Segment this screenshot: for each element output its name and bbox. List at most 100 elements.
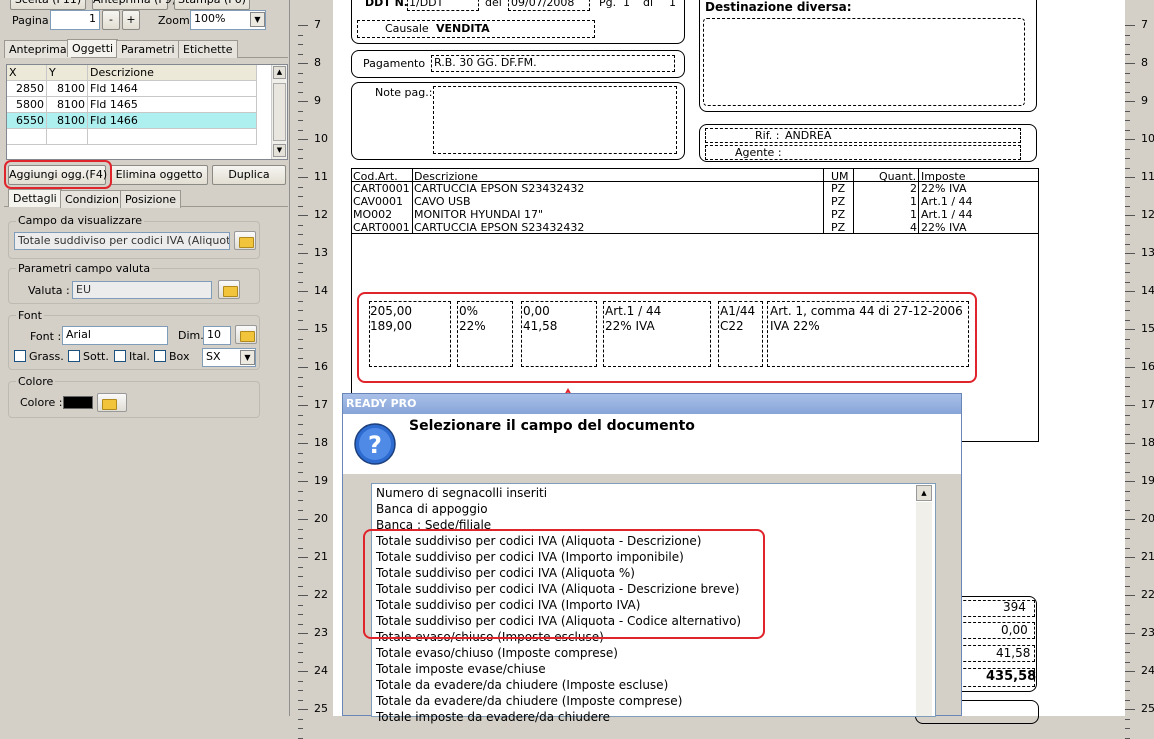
ruler-tick bbox=[1125, 253, 1135, 254]
col-header-descrizione[interactable]: Descrizione bbox=[88, 65, 257, 81]
ruler-minor-tick bbox=[298, 357, 303, 359]
tab-posizione[interactable]: Posizione bbox=[120, 190, 182, 208]
grass-checkbox[interactable] bbox=[14, 350, 26, 362]
ruler-number: 9 bbox=[1141, 94, 1148, 107]
color-swatch[interactable] bbox=[63, 396, 93, 409]
ruler-minor-tick bbox=[298, 642, 303, 644]
delete-object-button[interactable]: Elimina oggetto bbox=[110, 165, 208, 185]
duplicate-button[interactable]: Duplica bbox=[212, 165, 286, 185]
box-checkbox[interactable] bbox=[154, 350, 166, 362]
list-scrollbar[interactable] bbox=[916, 502, 932, 716]
del-label: del bbox=[485, 0, 502, 9]
col-header-y[interactable]: Y bbox=[47, 65, 88, 81]
table-row[interactable]: 5800 bbox=[7, 97, 47, 113]
table-cell[interactable]: 8100 bbox=[47, 97, 88, 113]
page-plus-button[interactable]: + bbox=[122, 10, 140, 30]
ruler-minor-tick bbox=[298, 538, 303, 539]
tab-parametri[interactable]: Parametri bbox=[116, 40, 180, 58]
ruler-number: 13 bbox=[1141, 246, 1154, 259]
scroll-thumb[interactable] bbox=[273, 83, 286, 141]
ruler-minor-tick bbox=[1125, 699, 1130, 701]
ital-checkbox[interactable] bbox=[114, 350, 126, 362]
sott-checkbox[interactable] bbox=[68, 350, 80, 362]
ruler-minor-tick bbox=[1125, 110, 1130, 112]
font-label: Font : bbox=[30, 330, 62, 343]
page-minus-button[interactable]: - bbox=[102, 10, 120, 30]
anteprima-button[interactable]: Anteprima (F9) bbox=[92, 0, 176, 10]
colore-label: Colore : bbox=[20, 396, 63, 409]
ruler-minor-tick bbox=[1125, 82, 1130, 83]
valuta-field[interactable]: EU bbox=[72, 281, 212, 299]
font-input[interactable]: Arial bbox=[62, 326, 168, 345]
table-cell[interactable]: Fld 1466 bbox=[88, 113, 257, 129]
list-item[interactable]: Totale imposte evase/chiuse bbox=[376, 662, 546, 676]
agente-label: Agente : bbox=[735, 146, 782, 159]
left-panel: Scelta (F11) Anteprima (F9) Stampa (F6) … bbox=[0, 0, 290, 716]
ruler-minor-tick bbox=[298, 272, 303, 273]
objects-grid[interactable]: X Y Descrizione 2850 8100 Fld 1464 5800 … bbox=[6, 64, 288, 160]
ruler-tick bbox=[298, 557, 308, 558]
scroll-up-icon[interactable]: ▲ bbox=[916, 485, 932, 501]
ruler-minor-tick bbox=[298, 82, 303, 83]
ruler-minor-tick bbox=[298, 234, 303, 235]
pagina-input[interactable]: 1 bbox=[50, 10, 100, 30]
ruler-minor-tick bbox=[298, 623, 303, 625]
folder-icon[interactable] bbox=[97, 393, 127, 412]
table-cell: MO002 bbox=[353, 208, 393, 221]
ruler-tick bbox=[1125, 101, 1135, 102]
list-item[interactable]: Totale evaso/chiuso (Imposte comprese) bbox=[376, 646, 618, 660]
causale-value: VENDITA bbox=[436, 22, 490, 35]
list-item[interactable]: Numero di segnacolli inseriti bbox=[376, 486, 547, 500]
ruler-minor-tick bbox=[1125, 281, 1130, 283]
tab-oggetti[interactable]: Oggetti bbox=[67, 39, 119, 57]
dim-input[interactable]: 10 bbox=[203, 326, 231, 345]
folder-icon[interactable] bbox=[235, 325, 257, 344]
stampa-button[interactable]: Stampa (F6) bbox=[174, 0, 250, 10]
ruler-minor-tick bbox=[298, 167, 303, 169]
font-group-title: Font bbox=[16, 309, 44, 322]
list-item[interactable]: Totale da evadere/da chiudere (Imposte c… bbox=[376, 694, 682, 708]
grid-scrollbar[interactable]: ▲ ▼ bbox=[271, 65, 287, 159]
ruler-minor-tick bbox=[298, 509, 303, 511]
tab-anteprima[interactable]: Anteprima bbox=[4, 40, 72, 58]
list-item[interactable]: Banca di appoggio bbox=[376, 502, 488, 516]
table-cell bbox=[7, 129, 47, 145]
folder-icon[interactable] bbox=[218, 280, 240, 299]
tab-etichette[interactable]: Etichette bbox=[178, 40, 238, 58]
table-cell[interactable]: 8100 bbox=[47, 81, 88, 97]
note-field[interactable] bbox=[433, 86, 677, 154]
list-item[interactable]: Totale da evadere/da chiudere (Imposte e… bbox=[376, 678, 668, 692]
table-row[interactable]: 2850 bbox=[7, 81, 47, 97]
table-cell[interactable]: Fld 1465 bbox=[88, 97, 257, 113]
ruler-number: 25 bbox=[1141, 702, 1154, 715]
table-cell: PZ bbox=[831, 182, 846, 195]
ruler-number: 19 bbox=[1141, 474, 1154, 487]
chevron-down-icon[interactable]: ▼ bbox=[250, 12, 265, 27]
ruler-tick bbox=[298, 215, 308, 216]
table-cell[interactable]: 8100 bbox=[47, 113, 88, 129]
table-row-selected[interactable]: 6550 bbox=[7, 113, 47, 129]
ruler-minor-tick bbox=[1125, 196, 1130, 197]
highlight-add-button bbox=[4, 160, 112, 189]
ruler-minor-tick bbox=[1125, 433, 1130, 435]
col-header-x[interactable]: X bbox=[7, 65, 47, 81]
list-item[interactable]: Totale imposte da evadere/da chiudere bbox=[376, 710, 610, 724]
destinazione-field[interactable] bbox=[703, 18, 1025, 106]
scelta-button[interactable]: Scelta (F11) bbox=[10, 0, 86, 10]
ruler-number: 15 bbox=[1141, 322, 1154, 335]
tab-condizioni[interactable]: Condizioni bbox=[60, 190, 128, 208]
tab-dettagli[interactable]: Dettagli bbox=[8, 189, 62, 207]
dialog-title-bar[interactable]: READY PRO bbox=[343, 394, 961, 414]
ruler-minor-tick bbox=[1125, 566, 1130, 568]
table-cell: 22% IVA bbox=[921, 182, 967, 195]
scroll-up-icon[interactable]: ▲ bbox=[273, 66, 286, 79]
zoom-label: Zoom bbox=[158, 14, 190, 27]
rif-field[interactable] bbox=[705, 128, 1021, 143]
chevron-down-icon[interactable]: ▼ bbox=[240, 350, 255, 365]
select-field-dialog[interactable]: READY PRO ? Selezionare il campo del doc… bbox=[342, 393, 962, 724]
campo-field[interactable]: Totale suddiviso per codici IVA (Aliquot… bbox=[14, 232, 230, 250]
scroll-down-icon[interactable]: ▼ bbox=[273, 144, 286, 157]
table-cell[interactable]: Fld 1464 bbox=[88, 81, 257, 97]
svg-text:?: ? bbox=[368, 431, 382, 459]
folder-icon[interactable] bbox=[234, 231, 256, 250]
